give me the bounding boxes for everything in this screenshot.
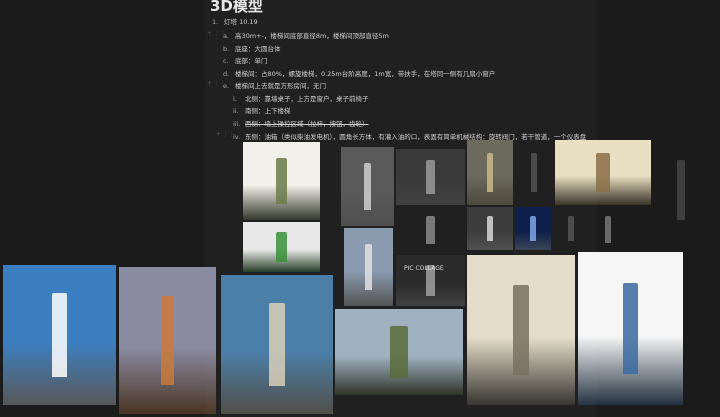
lighthouse-shape [677, 160, 685, 220]
cutaway-drawing[interactable] [578, 252, 683, 405]
drag-handle-icon[interactable]: + ⋮⋮ [207, 80, 226, 87]
list-marker: 1. [212, 18, 219, 26]
list-item[interactable]: b. 底座：大圆台体 [223, 43, 281, 53]
harbor-lighthouse-photo[interactable] [3, 265, 116, 405]
list-text: 楼梯间：占80%，螺旋楼梯，0.25m台阶高度，1m宽，带扶手，在塔同一侧有几扇… [235, 70, 496, 78]
sepia-drawings[interactable] [555, 140, 651, 205]
fresnel-lens-photo[interactable] [467, 207, 513, 250]
lighthouse-shape [269, 302, 285, 387]
lighthouse-shape [363, 162, 372, 211]
lighthouse-shape [623, 282, 638, 375]
list-text: 楼梯间上去就是方形房间，无门 [235, 82, 326, 90]
list-item[interactable]: iii. 西侧：墙上操控区域（拉杆，按钮，齿轮） [233, 118, 369, 128]
lighthouse-shape [513, 285, 529, 375]
model-lighthouse-render[interactable] [344, 228, 393, 306]
sunset-lighthouse-photo[interactable] [119, 267, 216, 414]
list-marker: ii. [233, 107, 239, 115]
list-item[interactable]: a. 高30m+-，楼梯间底部直径8m，楼梯间顶部直径5m [223, 30, 389, 40]
bw-lighthouse-photo[interactable] [341, 147, 394, 226]
lamp-room-photo[interactable] [467, 140, 513, 205]
list-text: 西侧：墙上操控区域（拉杆，按钮，齿轮） [245, 120, 369, 128]
lighthouse-shape [486, 153, 494, 192]
lighthouse-shape [425, 216, 436, 244]
generator-image[interactable] [243, 142, 320, 220]
lighthouse-shape [276, 157, 287, 205]
list-item[interactable]: d. 楼梯间：占80%，螺旋楼梯，0.25m台阶高度，1m宽，带扶手，在塔同一侧有… [223, 68, 495, 78]
lighthouse-shape [276, 232, 287, 262]
page-title: 3D模型 [210, 0, 263, 15]
elevation-drawing[interactable] [467, 255, 575, 405]
blueprint-image[interactable] [515, 207, 551, 250]
list-marker: c. [223, 57, 229, 65]
lighthouse-shape [605, 216, 611, 243]
lighthouse-shape [596, 153, 610, 192]
list-item[interactable]: ii. 南侧：上下楼梯 [233, 105, 291, 115]
list-text: 底座：大圆台体 [235, 45, 281, 53]
painted-lighthouse[interactable] [221, 275, 333, 414]
bw-keepers-photo[interactable] [396, 149, 465, 205]
list-marker: i. [233, 95, 237, 103]
lamp-sketch[interactable] [553, 207, 589, 250]
list-item[interactable]: i. 北侧：靠墙桌子，上方是窗户，桌子前椅子 [233, 93, 369, 103]
lighthouse-sketch[interactable] [591, 207, 625, 252]
list-text: 南侧：上下楼梯 [245, 107, 291, 115]
lighthouse-shape [390, 326, 408, 378]
lighthouse-shape [486, 215, 494, 242]
lighthouse-shape [530, 215, 536, 242]
lighthouse-shape [365, 243, 372, 291]
lens-drawing[interactable] [515, 140, 553, 205]
list-marker: iii. [233, 120, 241, 128]
lighthouse-shape [160, 296, 175, 385]
list-text: 高30m+-，楼梯间底部直径8m，楼梯间顶部直径5m [235, 32, 389, 40]
list-text: 底部：单门 [235, 57, 268, 65]
list-marker: b. [223, 45, 230, 53]
list-text: 灯塔 10.19 [224, 18, 258, 26]
lighthouse-shape [51, 293, 68, 377]
drag-handle-icon[interactable]: + ⋮⋮ [216, 131, 235, 138]
coastal-lighthouse-photo[interactable] [335, 309, 463, 395]
lighthouse-shape [531, 153, 537, 192]
green-box-image[interactable] [243, 222, 320, 272]
lighthouse-shape [568, 215, 574, 242]
bw-keepers-photo-2[interactable] [396, 207, 465, 253]
list-marker: d. [223, 70, 230, 78]
list-item[interactable]: c. 底部：单门 [223, 55, 268, 65]
drag-handle-icon[interactable]: + ⋮⋮ [207, 30, 226, 37]
technical-drawing[interactable] [653, 140, 709, 240]
pic-collage-photo[interactable]: PIC COLLAGE [396, 255, 465, 306]
list-item[interactable]: e. 楼梯间上去就是方形房间，无门 [223, 80, 326, 90]
list-item[interactable]: 1. 灯塔 10.19 [212, 16, 258, 26]
lighthouse-shape [425, 160, 436, 194]
collage-label: PIC COLLAGE [404, 265, 444, 272]
list-text: 北侧：靠墙桌子，上方是窗户，桌子前椅子 [245, 95, 369, 103]
